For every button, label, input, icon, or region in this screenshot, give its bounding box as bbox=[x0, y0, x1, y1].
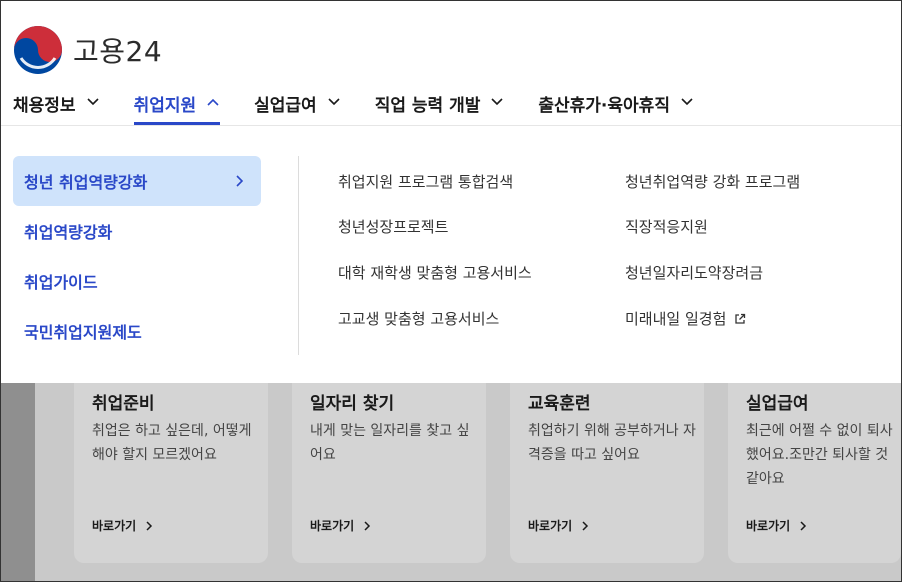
gnb-item-skills-development[interactable]: 직업 능력 개발 bbox=[375, 85, 505, 125]
chevron-right-icon bbox=[364, 520, 371, 531]
sub-link[interactable]: 대학 재학생 맞춤형 고용서비스 bbox=[338, 262, 532, 283]
side-item-label: 국민취업지원제도 bbox=[24, 323, 142, 342]
card-go-label: 바로가기 bbox=[528, 519, 573, 533]
mega-menu-panel: 청년 취업역량강화 취업역량강화 취업가이드 국민취업지원제도 취업지원 프로그… bbox=[1, 126, 901, 383]
side-item-guide[interactable]: 취업가이드 bbox=[13, 256, 261, 306]
card-title: 취업준비 bbox=[92, 394, 155, 414]
sub-link[interactable]: 청년성장프로젝트 bbox=[338, 216, 448, 237]
site-header: 고용24 채용정보 취업지원 실업급여 직업 능력 개발 출산휴가·육아휴직 bbox=[1, 1, 901, 125]
chevron-down-icon bbox=[491, 98, 503, 106]
card-unemployment[interactable]: 실업급여 최근에 어쩔 수 없이 퇴사했어요.조만간 퇴사할 것 같아요 바로가… bbox=[728, 383, 901, 563]
gnb-item-label: 실업급여 bbox=[254, 96, 317, 116]
page-frame: 고용24 채용정보 취업지원 실업급여 직업 능력 개발 출산휴가·육아휴직 청… bbox=[0, 0, 902, 582]
card-desc: 취업하기 위해 공부하거나 자격증을 따고 싶어요 bbox=[528, 423, 696, 463]
gnb-item-parental-leave[interactable]: 출산휴가·육아휴직 bbox=[538, 85, 694, 125]
chevron-down-icon bbox=[328, 98, 340, 106]
gnb-item-label: 채용정보 bbox=[13, 96, 76, 116]
gnb-item-label: 출산휴가·육아휴직 bbox=[538, 96, 670, 116]
gnb-item-unemployment-benefit[interactable]: 실업급여 bbox=[254, 85, 341, 125]
card-desc: 취업은 하고 싶은데, 어떻게 해야 할지 모르겠어요 bbox=[92, 423, 252, 463]
card-title: 교육훈련 bbox=[528, 394, 591, 414]
card-desc: 내게 맞는 일자리를 찾고 싶어요 bbox=[310, 423, 470, 463]
card-go-link[interactable]: 바로가기 bbox=[528, 517, 590, 534]
brand-name: 고용24 bbox=[73, 35, 163, 68]
side-item-youth-capacity[interactable]: 청년 취업역량강화 bbox=[13, 156, 261, 206]
taegeuk-logo-icon bbox=[14, 26, 62, 74]
chevron-right-icon bbox=[800, 520, 807, 531]
card-title: 일자리 찾기 bbox=[310, 394, 395, 414]
card-go-link[interactable]: 바로가기 bbox=[92, 517, 154, 534]
side-menu: 청년 취업역량강화 취업역량강화 취업가이드 국민취업지원제도 bbox=[13, 156, 261, 356]
sub-link[interactable]: 청년취업역량 강화 프로그램 bbox=[625, 171, 800, 192]
card-go-label: 바로가기 bbox=[92, 519, 137, 533]
chevron-up-icon bbox=[207, 98, 219, 106]
gnb-item-jobs[interactable]: 채용정보 bbox=[13, 85, 100, 125]
global-nav: 채용정보 취업지원 실업급여 직업 능력 개발 출산휴가·육아휴직 bbox=[13, 85, 728, 125]
side-item-capacity[interactable]: 취업역량강화 bbox=[13, 206, 261, 256]
chevron-down-icon bbox=[681, 98, 693, 106]
card-job-prep[interactable]: 취업준비 취업은 하고 싶은데, 어떻게 해야 할지 모르겠어요 바로가기 bbox=[74, 383, 268, 563]
sub-link[interactable]: 고교생 맞춤형 고용서비스 bbox=[338, 308, 499, 329]
card-go-label: 바로가기 bbox=[746, 519, 791, 533]
card-go-link[interactable]: 바로가기 bbox=[310, 517, 372, 534]
gnb-item-label: 직업 능력 개발 bbox=[374, 96, 481, 116]
chevron-right-icon bbox=[582, 520, 589, 531]
chevron-down-icon bbox=[86, 98, 99, 106]
card-title: 실업급여 bbox=[746, 394, 809, 414]
card-go-link[interactable]: 바로가기 bbox=[746, 517, 808, 534]
card-desc: 최근에 어쩔 수 없이 퇴사했어요.조만간 퇴사할 것 같아요 bbox=[746, 423, 893, 487]
side-item-label: 취업가이드 bbox=[24, 273, 98, 292]
page-overlay: 취업준비 취업은 하고 싶은데, 어떻게 해야 할지 모르겠어요 바로가기 일자… bbox=[1, 383, 901, 581]
side-item-label: 청년 취업역량강화 bbox=[24, 173, 148, 192]
sub-link[interactable]: 청년일자리도약장려금 bbox=[625, 262, 763, 283]
chevron-right-icon bbox=[146, 520, 153, 531]
site-logo[interactable]: 고용24 bbox=[13, 25, 162, 75]
menu-divider bbox=[298, 156, 299, 355]
sub-link-external[interactable]: 미래내일 일경험 bbox=[625, 308, 746, 329]
sub-link[interactable]: 직장적응지원 bbox=[625, 216, 708, 237]
external-link-icon bbox=[735, 313, 746, 324]
gnb-item-label: 취업지원 bbox=[133, 96, 197, 116]
card-go-label: 바로가기 bbox=[310, 519, 355, 533]
chevron-right-icon bbox=[236, 175, 244, 187]
sub-link[interactable]: 취업지원 프로그램 통합검색 bbox=[338, 171, 513, 192]
card-job-search[interactable]: 일자리 찾기 내게 맞는 일자리를 찾고 싶어요 바로가기 bbox=[292, 383, 486, 563]
side-item-label: 취업역량강화 bbox=[24, 223, 113, 242]
gnb-item-employment-support[interactable]: 취업지원 bbox=[133, 85, 221, 125]
sub-link-label: 미래내일 일경험 bbox=[625, 310, 727, 328]
side-item-national-support[interactable]: 국민취업지원제도 bbox=[13, 306, 261, 356]
content-area: 취업준비 취업은 하고 싶은데, 어떻게 해야 할지 모르겠어요 바로가기 일자… bbox=[35, 383, 901, 581]
card-training[interactable]: 교육훈련 취업하기 위해 공부하거나 자격증을 따고 싶어요 바로가기 bbox=[510, 383, 704, 563]
